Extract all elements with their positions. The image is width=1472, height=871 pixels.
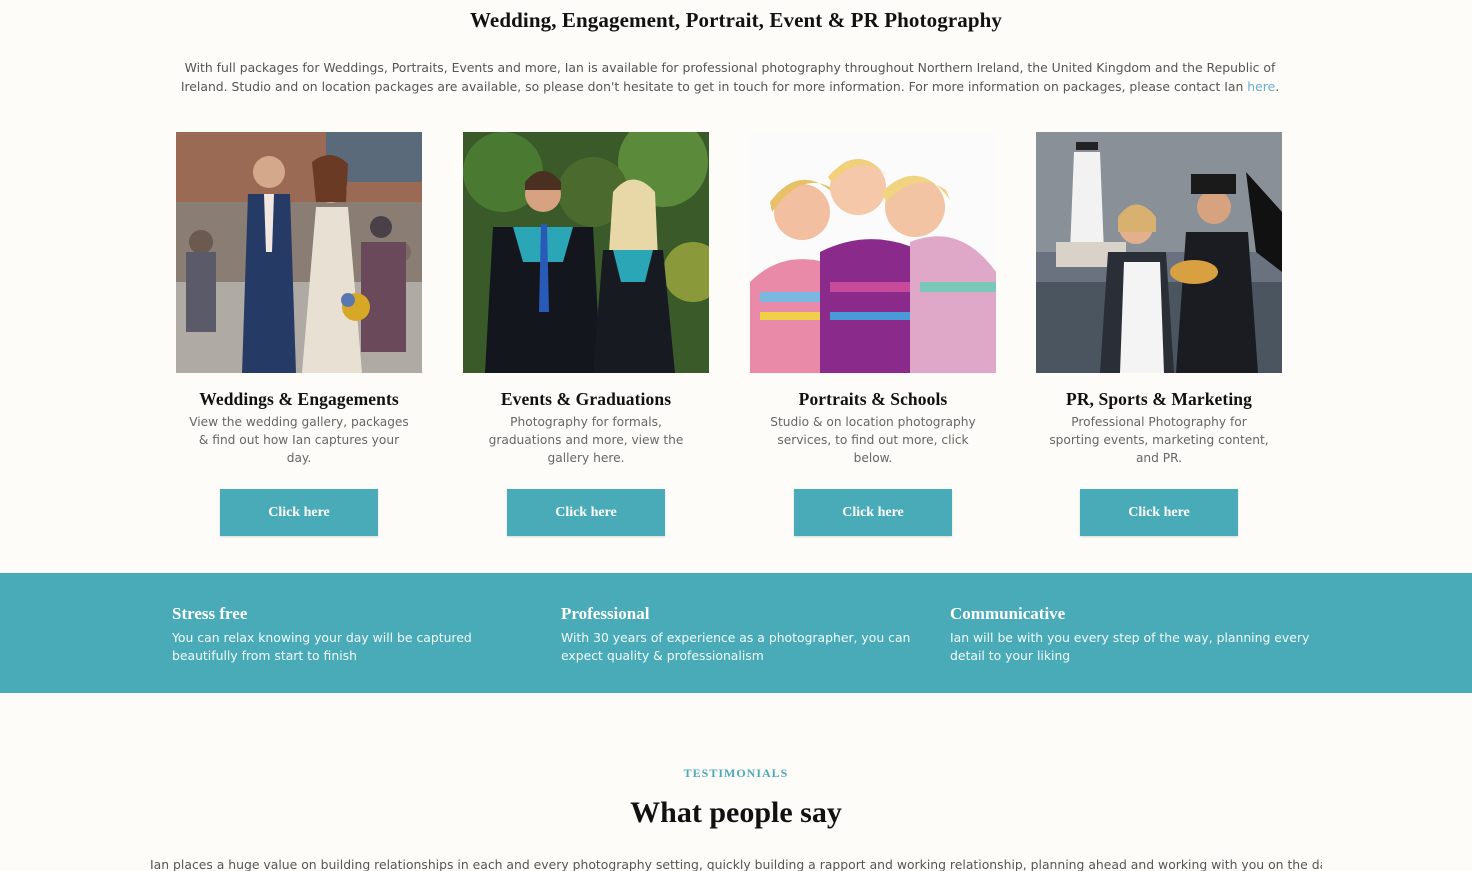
card-description: Professional Photography for sporting ev… [1049,415,1269,465]
events-click-here-button[interactable]: Click here [507,489,665,536]
portraits-click-here-button[interactable]: Click here [794,489,952,536]
features-band: Stress free You can relax knowing your d… [0,573,1472,693]
feature-professional: Professional With 30 years of experience… [561,604,921,665]
children-portrait-photo[interactable] [750,132,996,373]
feature-text: With 30 years of experience as a photogr… [561,630,911,663]
testimonials-title: What people say [630,796,842,829]
service-card-weddings: Weddings & Engagements View the wedding … [176,132,422,536]
pr-marketing-photo[interactable] [1036,132,1282,373]
service-card-pr: PR, Sports & Marketing Professional Phot… [1036,132,1282,536]
card-title: Portraits & Schools [798,389,948,409]
card-title: Events & Graduations [500,389,672,409]
feature-title: Communicative [950,604,1066,623]
testimonial-text: Ian places a huge value on building rela… [150,857,1322,871]
feature-stress-free: Stress free You can relax knowing your d… [172,604,532,665]
card-title: Weddings & Engagements [199,389,399,409]
pr-click-here-button[interactable]: Click here [1080,489,1238,536]
intro-paragraph: With full packages for Weddings, Portrai… [170,58,1290,96]
feature-communicative: Communicative Ian will be with you every… [950,604,1310,665]
graduation-photo[interactable] [463,132,709,373]
feature-text: You can relax knowing your day will be c… [172,630,472,663]
card-description: View the wedding gallery, packages & fin… [189,415,409,465]
feature-title: Stress free [172,604,248,623]
testimonials-label: TESTIMONIALS [683,766,789,780]
page: Wedding, Engagement, Portrait, Event & P… [0,0,1472,871]
page-title: Wedding, Engagement, Portrait, Event & P… [469,8,1003,32]
card-title: PR, Sports & Marketing [1066,389,1252,409]
intro-text: With full packages for Weddings, Portrai… [180,60,1276,94]
weddings-click-here-button[interactable]: Click here [220,489,378,536]
service-card-events: Events & Graduations Photography for for… [463,132,709,536]
service-card-portraits: Portraits & Schools Studio & on location… [750,132,996,536]
intro-text-end: . [1275,79,1280,94]
wedding-couple-photo[interactable] [176,132,422,373]
card-description: Photography for formals, graduations and… [488,415,684,465]
feature-title: Professional [561,604,650,623]
feature-text: Ian will be with you every step of the w… [950,630,1310,663]
contact-here-link[interactable]: here [1247,79,1275,94]
card-description: Studio & on location photography service… [770,415,976,465]
